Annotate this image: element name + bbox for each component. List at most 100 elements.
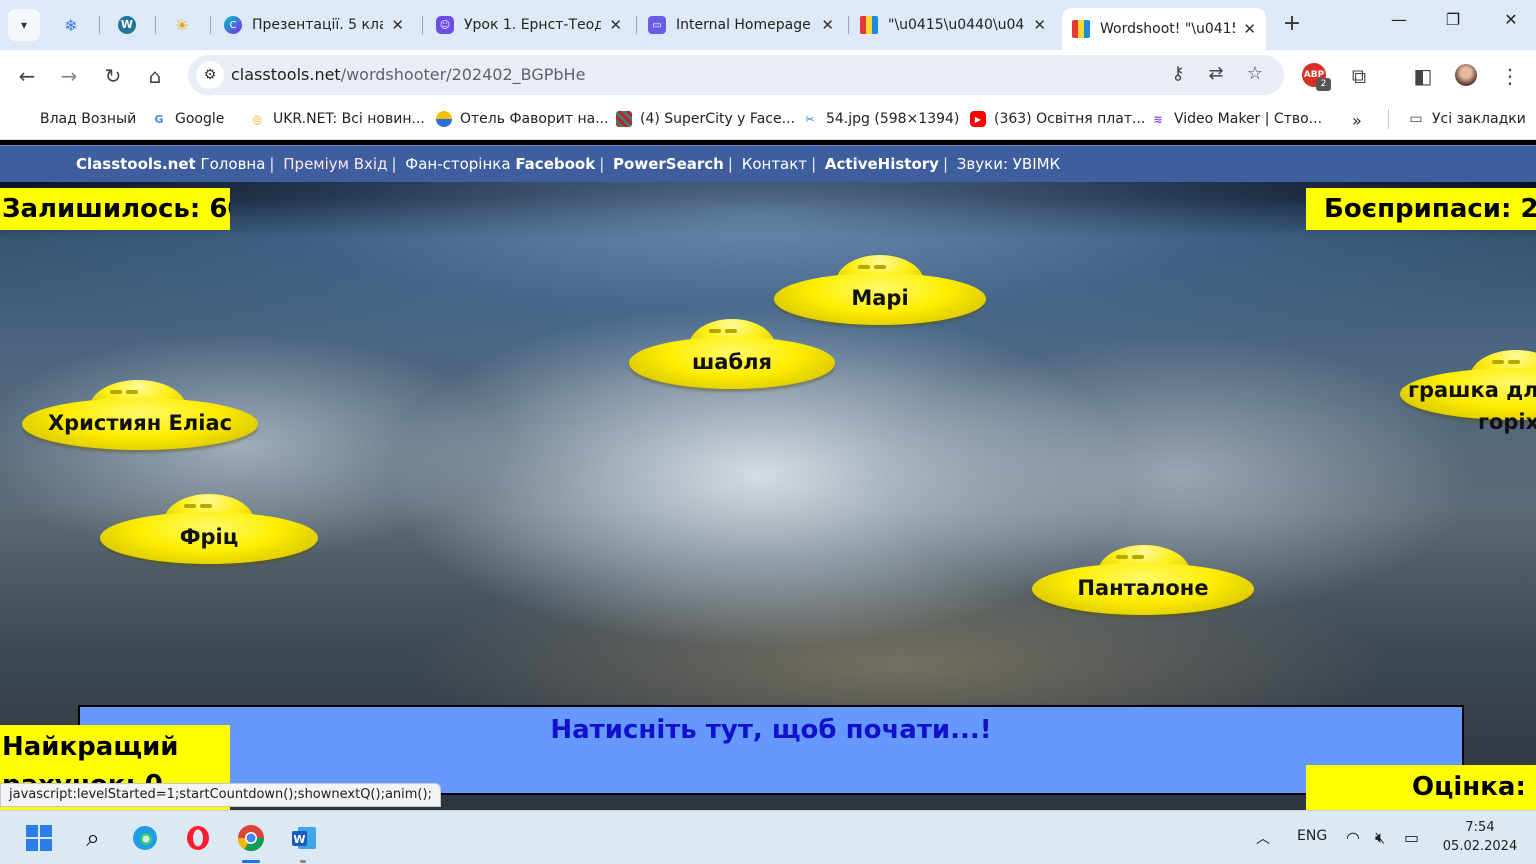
restore-button[interactable]: ❐ [1430, 10, 1476, 29]
folder-icon: ▭ [1409, 111, 1423, 127]
bookmark-label: 54.jpg (598×1394) [826, 111, 960, 127]
side-panel-button[interactable]: ◧ [1410, 63, 1436, 89]
ufo-target[interactable]: Фріц [100, 494, 318, 569]
url-text[interactable]: classtools.net/wordshooter/202402_BGPbHe [231, 65, 585, 84]
tab-presentations[interactable]: C Презентації. 5 клас ✕ [214, 8, 414, 42]
bookmark-item[interactable]: Отель Фаворит на... [436, 111, 609, 127]
game-page: Classtools.net Головна | Преміум Вхід | Фа… [0, 145, 1536, 810]
ammo-counter: Боєприпаси: 20 [1306, 188, 1536, 230]
chrome-icon[interactable] [235, 822, 267, 854]
more-bookmarks-button[interactable]: » [1352, 111, 1362, 130]
ukrnet-icon: ◎ [252, 112, 262, 126]
address-bar[interactable]: ⚙ classtools.net/wordshooter/202402_BGPb… [188, 55, 1284, 95]
forward-button[interactable]: → [56, 63, 82, 89]
nav-premium-link[interactable]: Преміум Вхід [283, 155, 387, 173]
svg-text:W: W [293, 833, 305, 846]
bookmarks-bar: Влад Возный G Google ◎ UKR.NET: Всі новин.… [0, 100, 1536, 140]
tab-wordshoot[interactable]: Wordshoot! "\u0415 ✕ [1062, 8, 1266, 50]
nav-sounds-toggle[interactable]: Звуки: УВІМК [957, 155, 1060, 173]
new-tab-button[interactable]: + [1278, 11, 1306, 36]
tray-overflow-button[interactable]: ︿ [1256, 828, 1270, 848]
nav-fan-link[interactable]: Фан-сторінка Facebook [405, 155, 595, 173]
tab-lesson[interactable]: ☺ Урок 1. Ернст-Теодо ✕ [426, 8, 632, 42]
profile-avatar[interactable] [1455, 64, 1477, 86]
bookmark-label: Отель Фаворит на... [460, 111, 609, 127]
site-info-icon[interactable]: ⚙ [196, 61, 224, 89]
bookmark-item[interactable]: G Google [151, 111, 224, 127]
nav-home-link[interactable]: Головна [200, 155, 265, 173]
all-bookmarks-button[interactable]: ▭ Усі закладки [1408, 111, 1525, 127]
start-game-button[interactable]: Натисніть тут, щоб почати...! [78, 705, 1464, 795]
chevron-up-icon: ︿ [1256, 831, 1270, 847]
system-clock[interactable]: 7:54 05.02.2024 [1440, 818, 1520, 856]
ufo-target[interactable]: шабля [629, 319, 835, 394]
search-icon[interactable]: ⌕ [77, 822, 109, 854]
tab-title: "\u0415\u0440\u04 [888, 17, 1025, 33]
arrow-left-icon: ← [18, 64, 36, 88]
bookmark-item[interactable]: ✂ 54.jpg (598×1394) [802, 111, 959, 127]
key-icon[interactable]: ⚷ [1166, 63, 1190, 84]
tab-separator [848, 16, 849, 34]
ufo-target[interactable]: Християн Еліас [22, 380, 258, 455]
nav-powersearch-link[interactable]: PowerSearch [613, 155, 724, 173]
bookmark-item[interactable]: ▶ (363) Освітня плат... [970, 111, 1145, 127]
tab-classtools[interactable]: "\u0415\u0440\u04 ✕ [850, 8, 1056, 42]
reload-button[interactable]: ↻ [100, 63, 126, 89]
extensions-button[interactable]: ⧉ [1346, 63, 1372, 89]
active-app-indicator [242, 860, 260, 863]
tab-separator [210, 16, 211, 34]
menu-button[interactable]: ⋮ [1497, 63, 1523, 89]
close-icon[interactable]: ✕ [391, 16, 404, 34]
opera-icon[interactable] [182, 822, 214, 854]
tab-separator [99, 16, 100, 34]
pinned-tab-sun[interactable]: ☀ [168, 11, 196, 39]
remaining-counter: Залишилось: 60 [0, 188, 230, 230]
tab-title: Презентації. 5 клас [252, 17, 384, 33]
nav-activehistory-link[interactable]: ActiveHistory [825, 155, 939, 173]
pinned-tab-snowflake[interactable]: ❄ [57, 11, 85, 39]
site-navbar: Classtools.net Головна | Преміум Вхід | Фа… [0, 145, 1536, 182]
clock-date: 05.02.2024 [1442, 839, 1518, 854]
nav-brand-link[interactable]: Classtools.net [76, 155, 196, 173]
word-icon[interactable]: W [288, 822, 320, 854]
wifi-icon[interactable]: ◠ [1346, 828, 1360, 847]
tab-internal-homepage[interactable]: ▭ Internal Homepage ✕ [638, 8, 844, 42]
close-icon[interactable]: ✕ [821, 16, 834, 34]
bookmark-item[interactable]: ◎ UKR.NET: Всі новин... [249, 111, 425, 127]
nav-contact-link[interactable]: Контакт [742, 155, 807, 173]
facebook-icon [616, 111, 632, 127]
pinned-tab-wordpress[interactable]: W [113, 11, 141, 39]
close-icon[interactable]: ✕ [1033, 16, 1046, 34]
chevron-down-icon: ▾ [20, 18, 28, 32]
windows-start-icon[interactable] [23, 822, 55, 854]
ufo-label: шабля [691, 350, 772, 374]
home-icon: ⌂ [148, 64, 162, 88]
star-icon[interactable]: ☆ [1243, 63, 1267, 84]
close-icon[interactable]: ✕ [609, 16, 622, 34]
battery-icon[interactable]: ▭ [1404, 828, 1419, 847]
bookmark-item[interactable]: Влад Возный [40, 111, 136, 127]
close-window-button[interactable]: ✕ [1488, 10, 1534, 29]
back-button[interactable]: ← [14, 63, 40, 89]
language-indicator[interactable]: ENG [1297, 828, 1327, 844]
tab-separator [155, 16, 156, 34]
speaker-muted-icon[interactable]: 🔇︎ [1375, 828, 1385, 848]
ufo-target[interactable]: Панталоне [1032, 545, 1254, 620]
tab-search-button[interactable]: ▾ [8, 9, 40, 41]
bookmark-item[interactable]: (4) SuperCity у Face... [616, 111, 795, 127]
ufo-target[interactable]: грашка для л горіхі [1400, 350, 1536, 440]
open-app-indicator [300, 860, 306, 863]
bookmark-item[interactable]: ≋ Video Maker | Ство... [1150, 111, 1322, 127]
wordpress-icon: W [118, 16, 136, 34]
close-icon[interactable]: ✕ [1243, 20, 1256, 38]
translate-icon[interactable]: ⇄ [1204, 63, 1228, 84]
start-game-text: Натисніть тут, щоб почати...! [550, 715, 992, 745]
home-button[interactable]: ⌂ [142, 63, 168, 89]
tab-separator [636, 16, 637, 34]
minimize-button[interactable]: — [1376, 10, 1422, 29]
ufo-label: Фріц [179, 525, 239, 549]
image-icon: ✂ [805, 112, 815, 126]
tab-title: Internal Homepage [676, 17, 811, 33]
edge-icon[interactable] [129, 822, 161, 854]
snowflake-icon: ❄ [64, 15, 78, 35]
